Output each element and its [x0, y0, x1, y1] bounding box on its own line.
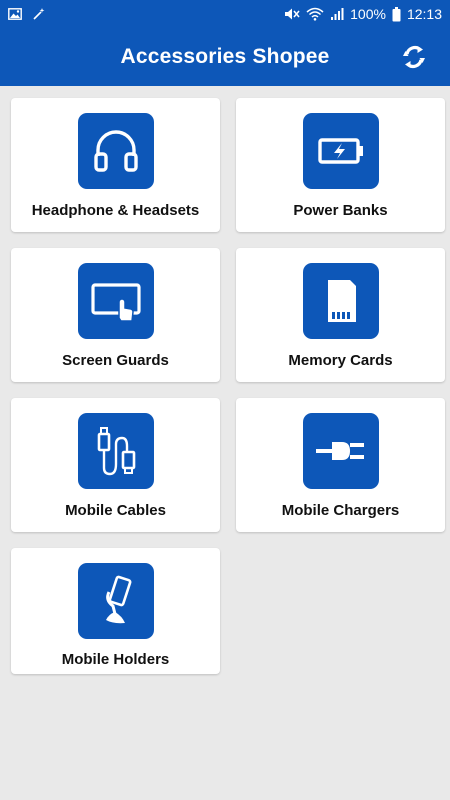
mute-icon — [285, 8, 300, 20]
category-card-screen-guards[interactable]: Screen Guards — [11, 248, 220, 382]
category-label: Screen Guards — [62, 352, 169, 369]
category-tile — [77, 113, 154, 189]
wifi-icon — [306, 7, 324, 21]
battery-icon — [392, 6, 401, 21]
category-tile — [302, 263, 379, 339]
category-label: Power Banks — [293, 202, 388, 219]
headphones-icon — [93, 130, 138, 172]
category-label: Memory Cards — [288, 352, 393, 369]
battery-percent: 100% — [350, 6, 386, 22]
category-label: Mobile Cables — [65, 502, 166, 519]
category-label: Headphone & Headsets — [31, 202, 200, 219]
signal-icon — [331, 8, 344, 20]
category-card-power-banks[interactable]: Power Banks — [236, 98, 445, 232]
category-tile — [302, 413, 379, 489]
category-card-mobile-chargers[interactable]: Mobile Chargers — [236, 398, 445, 532]
touch-screen-icon — [90, 283, 141, 322]
battery-charging-icon — [317, 138, 363, 164]
category-tile — [302, 113, 379, 189]
clock: 12:13 — [406, 6, 442, 22]
category-card-memory-cards[interactable]: Memory Cards — [236, 248, 445, 382]
image-icon — [8, 8, 22, 20]
memory-card-icon — [327, 280, 356, 322]
category-tile — [77, 563, 154, 639]
category-card-headphones[interactable]: Headphone & Headsets — [11, 98, 220, 232]
category-tile — [77, 413, 154, 489]
app-bar: Accessories Shopee — [0, 28, 450, 86]
page-title: Accessories Shopee — [120, 45, 330, 68]
refresh-icon — [403, 46, 425, 68]
category-card-mobile-cables[interactable]: Mobile Cables — [11, 398, 220, 532]
refresh-button[interactable] — [398, 41, 430, 73]
plug-icon — [315, 442, 364, 460]
status-bar: 100% 12:13 — [0, 0, 450, 28]
category-tile — [77, 263, 154, 339]
cable-icon — [97, 427, 135, 476]
magic-wand-icon — [33, 8, 45, 20]
category-card-mobile-holders[interactable]: Mobile Holders — [11, 548, 220, 674]
phone-holder-icon — [105, 575, 131, 624]
category-label: Mobile Holders — [61, 651, 170, 668]
category-label: Mobile Chargers — [281, 502, 400, 519]
